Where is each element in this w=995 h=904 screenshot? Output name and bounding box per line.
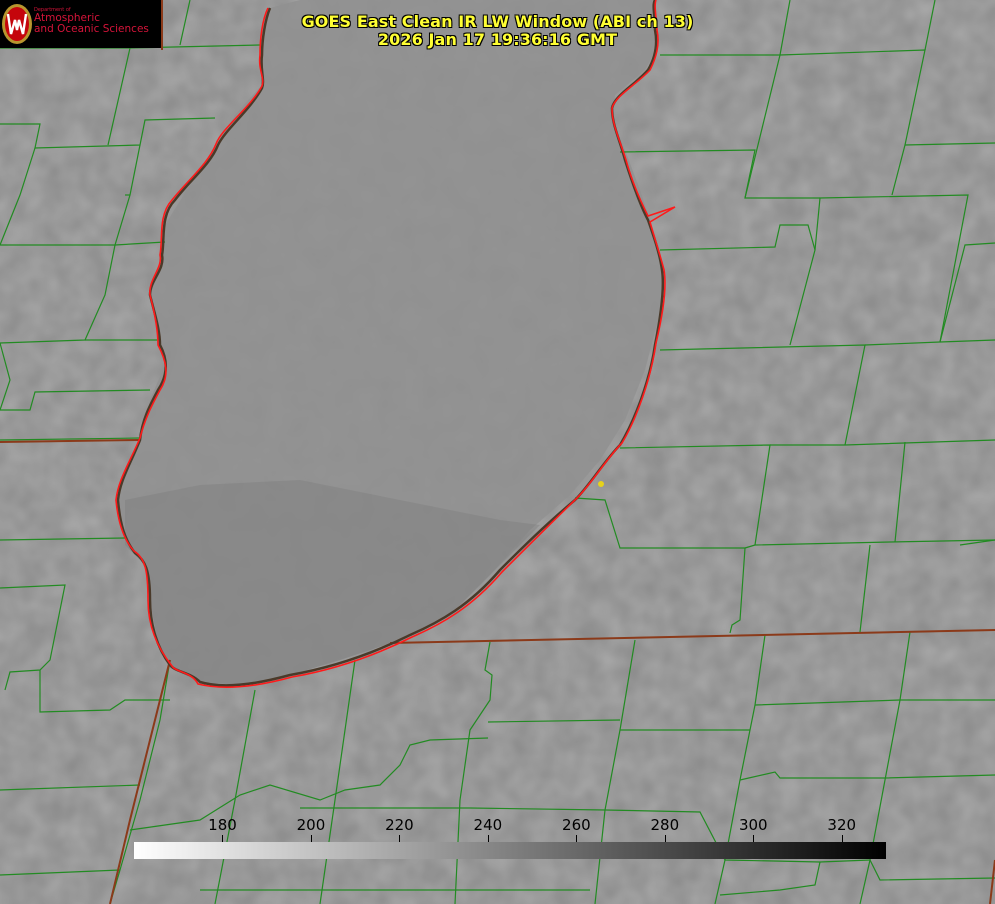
colorbar-tick-label: 220	[385, 816, 414, 834]
colorbar-tick-label: 260	[562, 816, 591, 834]
colorbar-tick-mark	[487, 835, 489, 842]
location-marker	[598, 481, 604, 487]
colorbar	[134, 842, 886, 859]
colorbar-tick-mark	[841, 835, 843, 842]
colorbar-tick-label: 180	[208, 816, 237, 834]
colorbar-tick-label: 240	[473, 816, 503, 834]
colorbar-tick-mark	[222, 835, 224, 842]
colorbar-tick-label: 200	[296, 816, 326, 834]
image-title: GOES East Clean IR LW Window (ABI ch 13)	[301, 12, 694, 31]
colorbar-tick-mark	[664, 835, 666, 842]
colorbar-tick-mark	[576, 835, 578, 842]
colorbar-tick-mark	[753, 835, 755, 842]
colorbar-tick-label: 320	[827, 816, 857, 834]
satellite-image-viewer: Department of Atmospheric and Oceanic Sc…	[0, 0, 995, 904]
colorbar-tick-label: 300	[738, 816, 768, 834]
colorbar-tick-label: 280	[650, 816, 680, 834]
map-canvas	[0, 0, 995, 904]
image-timestamp: 2026 Jan 17 19:36:16 GMT	[377, 30, 618, 49]
colorbar-tick-mark	[399, 835, 401, 842]
colorbar-tick-mark	[310, 835, 312, 842]
